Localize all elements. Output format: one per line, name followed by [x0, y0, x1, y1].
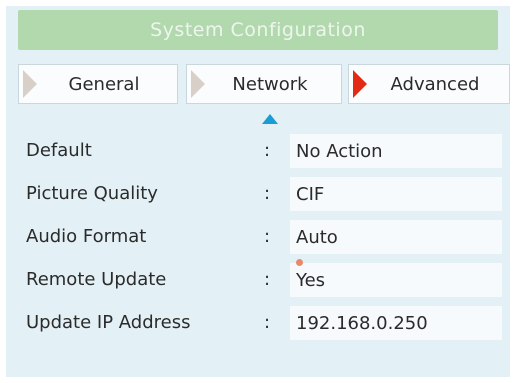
system-configuration-panel: System Configuration General Network Adv… [6, 6, 510, 377]
tab-arrow-active-icon [353, 70, 367, 98]
setting-label: Default [26, 140, 92, 161]
setting-label: Update IP Address [26, 312, 191, 333]
setting-separator: : [264, 312, 271, 333]
tab-arrow-icon [191, 70, 205, 98]
audio-format-select[interactable]: Auto [290, 220, 502, 254]
update-ip-address-input[interactable]: 192.168.0.250 [290, 306, 502, 340]
tab-arrow-icon [23, 70, 37, 98]
setting-row-audio-format: Audio Format : Auto [6, 218, 510, 254]
title-bar: System Configuration [18, 10, 498, 50]
page-title: System Configuration [150, 19, 366, 41]
setting-separator: : [264, 269, 271, 290]
tab-network-label: Network [232, 73, 308, 95]
tab-advanced[interactable]: Advanced [348, 64, 510, 104]
cursor-icon [296, 259, 303, 266]
setting-row-remote-update: Remote Update : Yes [6, 261, 510, 297]
setting-row-picture-quality: Picture Quality : CIF [6, 175, 510, 211]
default-select[interactable]: No Action [290, 134, 502, 168]
tab-general[interactable]: General [18, 64, 178, 104]
setting-label: Audio Format [26, 226, 147, 247]
setting-label: Picture Quality [26, 183, 158, 204]
tab-advanced-label: Advanced [390, 73, 480, 95]
setting-label: Remote Update [26, 269, 167, 290]
setting-separator: : [264, 226, 271, 247]
remote-update-select[interactable]: Yes [290, 263, 502, 297]
setting-row-update-ip-address: Update IP Address : 192.168.0.250 [6, 304, 510, 340]
tab-network[interactable]: Network [186, 64, 342, 104]
tab-general-label: General [68, 73, 140, 95]
picture-quality-select[interactable]: CIF [290, 177, 502, 211]
setting-separator: : [264, 183, 271, 204]
setting-row-default: Default : No Action [6, 132, 510, 168]
setting-separator: : [264, 140, 271, 161]
tab-indicator-icon [262, 114, 278, 124]
